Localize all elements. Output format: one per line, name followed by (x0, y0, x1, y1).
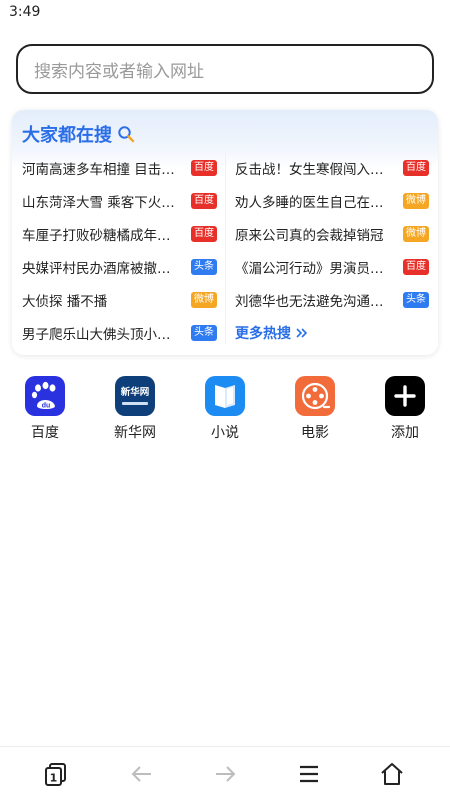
hot-search-header: 大家都在搜 (22, 121, 135, 147)
hot-item-text: 车厘子打败砂糖橘成年… (22, 227, 171, 244)
more-label-text: 更多热搜 (235, 325, 291, 342)
shortcut-baidu[interactable]: du 百度 (15, 376, 75, 442)
tabs-button[interactable]: 1 (41, 759, 71, 789)
hot-item-text: 河南高速多车相撞 目击… (22, 161, 175, 178)
tabs-icon: 1 (45, 763, 66, 786)
home-button[interactable] (377, 759, 407, 789)
xinhua-icon: 新华网 (115, 376, 155, 416)
status-time: 3:49 (9, 4, 41, 20)
source-badge: 微博 (403, 192, 429, 209)
source-badge: 头条 (191, 258, 217, 275)
source-badge: 百度 (403, 159, 429, 176)
source-badge: 头条 (403, 291, 429, 308)
hot-item[interactable]: 《湄公河行动》男演员… 百度 (235, 250, 429, 283)
more-hot-search-label: 更多热搜 (235, 323, 309, 343)
forward-arrow-icon (216, 766, 236, 782)
home-icon (381, 763, 403, 785)
hot-item[interactable]: 大侦探 播不播 微博 (22, 283, 217, 316)
shortcut-movie[interactable]: 电影 (285, 376, 345, 442)
shortcut-add[interactable]: 添加 (375, 376, 435, 442)
shortcut-novel[interactable]: 小说 (195, 376, 255, 442)
shortcut-label: 小说 (211, 425, 239, 441)
hot-item-text: 山东菏泽大雪 乘客下火… (22, 194, 175, 211)
source-badge: 头条 (191, 324, 217, 341)
search-placeholder: 搜索内容或者输入网址 (34, 61, 204, 82)
hot-item[interactable]: 车厘子打败砂糖橘成年… 百度 (22, 217, 217, 250)
magnifier-icon (118, 126, 135, 143)
source-badge: 微博 (403, 225, 429, 242)
menu-icon (300, 765, 318, 783)
hot-item-text: 《湄公河行动》男演员… (235, 260, 384, 277)
hot-item[interactable]: 反击战！女生寒假闯入… 百度 (235, 151, 429, 184)
xinhua-icon-text: 新华网 (120, 387, 150, 398)
menu-button[interactable] (294, 759, 324, 789)
book-icon (205, 376, 245, 416)
hot-item[interactable]: 央媒评村民办酒席被撤… 头条 (22, 250, 217, 283)
shortcut-label: 电影 (301, 425, 329, 441)
add-icon (385, 376, 425, 416)
source-badge: 百度 (191, 159, 217, 176)
hot-item[interactable]: 河南高速多车相撞 目击… 百度 (22, 151, 217, 184)
hot-item-text: 央媒评村民办酒席被撤… (22, 260, 171, 277)
hot-item-text: 大侦探 播不播 (22, 293, 108, 310)
search-input[interactable]: 搜索内容或者输入网址 (16, 44, 434, 94)
bottom-nav: 1 (0, 746, 450, 800)
baidu-icon: du (25, 376, 65, 416)
shortcut-label: 百度 (31, 425, 59, 441)
svg-text:du: du (42, 403, 51, 410)
hot-item[interactable]: 劝人多睡的医生自己在… 微博 (235, 184, 429, 217)
film-reel-icon (295, 376, 335, 416)
hot-item[interactable]: 刘德华也无法避免沟通… 头条 (235, 283, 429, 316)
status-bar: 3:49 (0, 0, 450, 26)
hot-item-text: 原来公司真的会裁掉销冠 (235, 227, 384, 244)
hot-item-text: 反击战！女生寒假闯入… (235, 161, 384, 178)
source-badge: 百度 (191, 225, 217, 242)
hot-item-text: 刘德华也无法避免沟通… (235, 293, 384, 310)
hot-item[interactable]: 原来公司真的会裁掉销冠 微博 (235, 217, 429, 250)
source-badge: 百度 (403, 258, 429, 275)
source-badge: 百度 (191, 192, 217, 209)
tabs-count: 1 (50, 772, 58, 785)
hot-search-title: 大家都在搜 (22, 125, 112, 146)
hot-search-card: 大家都在搜 河南高速多车相撞 目击… 百度 山东菏泽大雪 乘客下火… 百度 车厘… (12, 110, 438, 355)
double-chevron-right-icon (296, 327, 308, 338)
back-arrow-icon (131, 766, 151, 782)
shortcut-xinhua[interactable]: 新华网 新华网 (105, 376, 165, 442)
back-button[interactable] (127, 759, 157, 789)
shortcut-label: 添加 (391, 425, 419, 441)
column-divider (225, 154, 226, 344)
hot-item-text: 劝人多睡的医生自己在… (235, 194, 384, 211)
xinhua-icon-bar (122, 402, 148, 405)
forward-button[interactable] (210, 759, 240, 789)
hot-item[interactable]: 男子爬乐山大佛头顶小… 头条 (22, 316, 217, 349)
hot-item-text: 男子爬乐山大佛头顶小… (22, 326, 171, 343)
source-badge: 微博 (191, 291, 217, 308)
hot-item[interactable]: 山东菏泽大雪 乘客下火… 百度 (22, 184, 217, 217)
more-hot-search-link[interactable]: 更多热搜 (235, 316, 429, 349)
shortcut-label: 新华网 (114, 425, 156, 441)
